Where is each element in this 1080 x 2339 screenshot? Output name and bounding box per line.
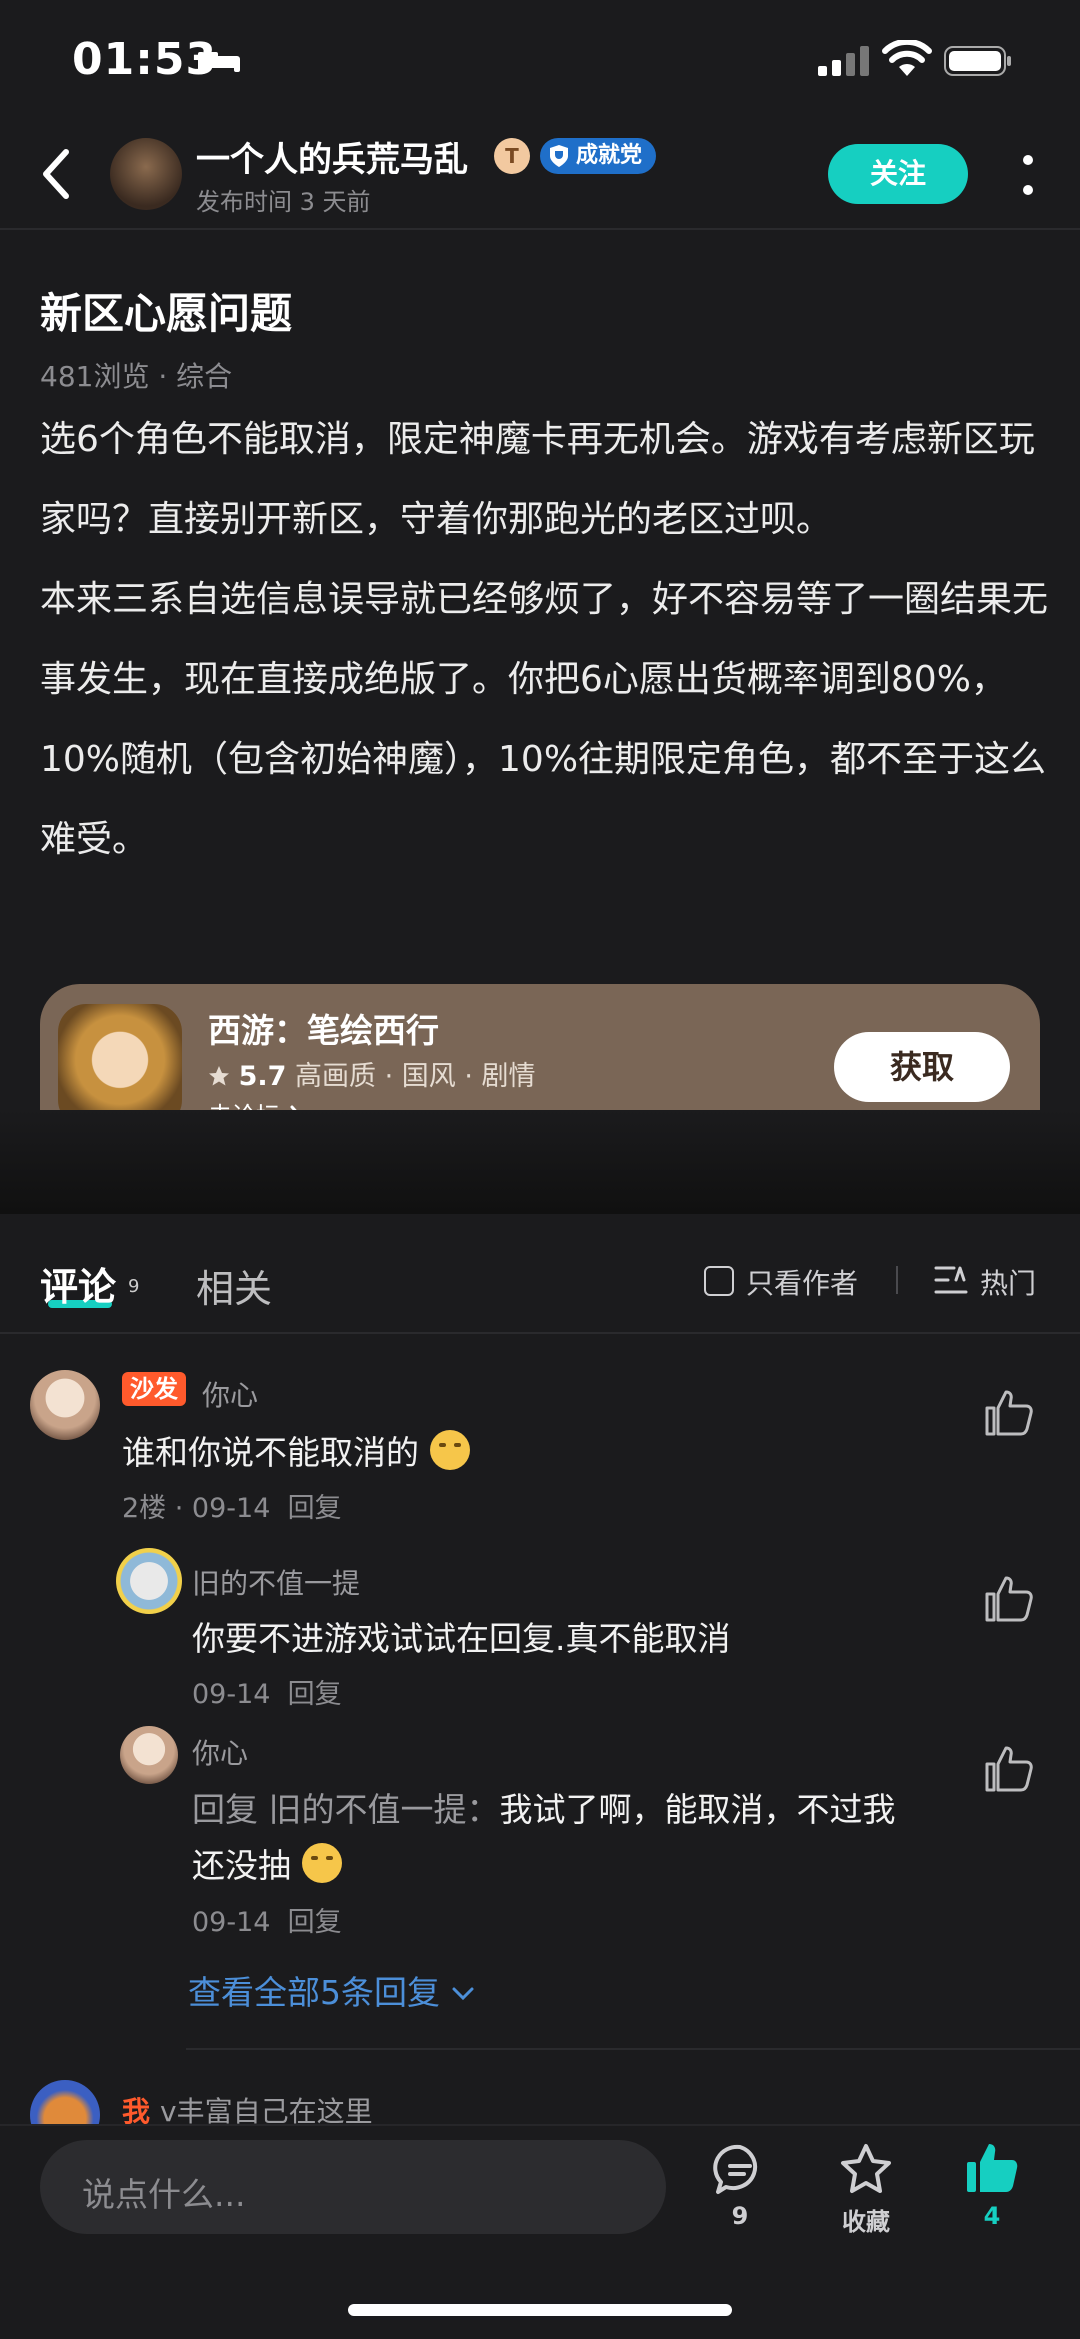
post-title: 新区心愿问题 [40,289,293,338]
follow-button[interactable]: 关注 [828,144,968,204]
author-name[interactable]: 一个人的兵荒马乱 [196,132,468,181]
level-badge: T [494,138,530,174]
sofa-badge: 沙发 [122,1372,186,1406]
reply-meta: 09-14 回复 [192,1672,342,1711]
battery-icon [944,46,1011,76]
reply-text: 回复 旧的不值一提：我试了啊，能取消，不过我还没抽 [192,1782,972,1894]
like-thumb-icon[interactable] [964,2140,1020,2196]
grinning-emoji-icon [429,1430,470,1470]
comment-floor-date: 2楼 · 09-14 [122,1493,271,1524]
comment-text-content: 谁和你说不能取消的 [122,1433,419,1472]
back-arrow-icon[interactable] [36,144,76,204]
thumbs-up-icon[interactable] [984,1744,1034,1792]
star-icon [209,1066,229,1086]
replier-name[interactable]: 你心 [192,1732,248,1772]
reply-date: 09-14 [192,1907,271,1938]
get-game-button[interactable]: 获取 [834,1032,1010,1102]
section-fade [0,1110,1080,1214]
trophy-shield-icon [550,145,568,167]
sort-icon[interactable] [934,1264,968,1296]
thumbs-up-icon[interactable] [984,1388,1034,1436]
comment-divider [186,2048,1080,2050]
only-author-label[interactable]: 只看作者 [746,1262,858,1302]
more-options-icon[interactable] [1018,150,1038,200]
reply-link[interactable]: 回复 [288,1493,342,1524]
thumbs-up-icon[interactable] [984,1574,1034,1622]
view-all-label: 查看全部5条回复 [188,1973,440,2012]
comment-text: 谁和你说不能取消的 [122,1426,470,1474]
game-tags: 高画质 · 国风 · 剧情 [295,1061,536,1092]
reply-date: 09-14 [192,1679,271,1710]
publish-time: 发布时间 3 天前 [196,188,371,216]
replier-avatar[interactable] [116,1548,182,1614]
view-all-replies-link[interactable]: 查看全部5条回复 [188,1966,475,2014]
reply-text-line2: 还没抽 [192,1846,291,1885]
game-rating-tags: 5.7 高画质 · 国风 · 剧情 [208,1054,536,1093]
tab-comments-count: 9 [128,1276,140,1297]
tabs-divider [0,1332,1080,1334]
post-meta: 481浏览 · 综合 [40,360,233,393]
post-body: 选6个角色不能取消，限定神魔卡再无机会。游戏有考虑新区玩家吗？直接别开新区，守着… [40,419,1049,860]
reply-text: 你要不进游戏试试在回复.真不能取消 [192,1619,731,1658]
honor-badge: 成就党 [540,138,657,174]
commenter-avatar[interactable] [30,1370,100,1440]
tab-comments[interactable]: 评论 [40,1256,116,1311]
honor-badge-label: 成就党 [576,143,643,168]
only-author-checkbox[interactable] [704,1266,734,1296]
home-indicator[interactable] [348,2304,732,2316]
author-avatar[interactable] [110,138,182,210]
comment-meta: 2楼 · 09-14 回复 [122,1486,342,1525]
wifi-icon [882,40,932,76]
replier-name[interactable]: 旧的不值一提 [192,1562,360,1602]
favorite-star-icon[interactable] [838,2142,894,2198]
sleep-mode-icon [198,52,240,72]
reply-prefix: 回复 旧的不值一提： [192,1790,500,1829]
game-name[interactable]: 西游：笔绘西行 [208,1004,439,1052]
chevron-down-icon [452,1987,473,2001]
reply-meta: 09-14 回复 [192,1900,342,1939]
comment-icon[interactable] [712,2142,768,2198]
replier-avatar[interactable] [120,1726,178,1784]
filter-divider [896,1266,898,1294]
reply-text-line1: 我试了啊，能取消，不过我 [499,1790,896,1829]
sort-hot-label[interactable]: 热门 [980,1262,1036,1302]
comment-count[interactable]: 9 [690,2202,790,2230]
header-divider [0,228,1080,230]
comment-input-placeholder[interactable]: 说点什么... [82,2168,245,2216]
commenter-name[interactable]: 你心 [202,1374,258,1414]
smirk-emoji-icon [301,1843,342,1883]
reply-link[interactable]: 回复 [288,1907,342,1938]
cellular-signal-icon [818,46,869,76]
like-count[interactable]: 4 [942,2202,1042,2230]
favorite-label[interactable]: 收藏 [816,2202,916,2237]
game-rating: 5.7 [238,1061,287,1092]
reply-link[interactable]: 回复 [288,1679,342,1710]
tab-related[interactable]: 相关 [196,1258,272,1313]
